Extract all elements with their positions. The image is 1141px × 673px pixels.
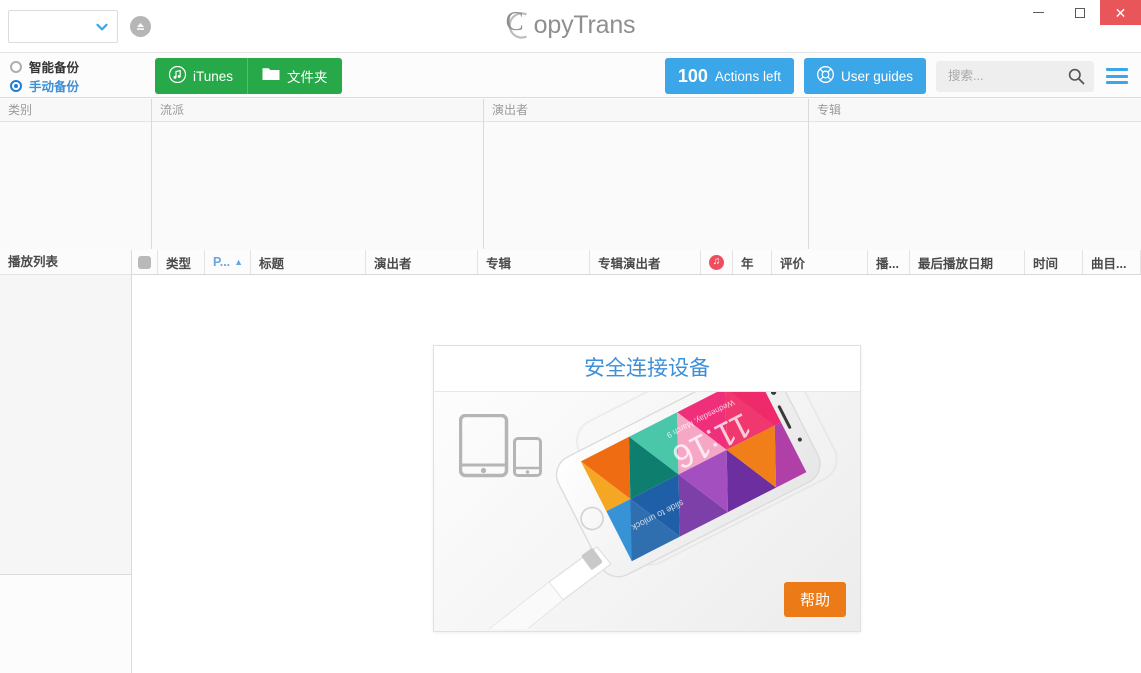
filter-panel-artist: 演出者 [484, 99, 809, 249]
connect-device-illustration: 11:16 Wednesday, March 9 slide to unlock [434, 392, 860, 631]
user-guides-label: User guides [840, 68, 913, 84]
column-header-p[interactable]: P... ▲ [205, 250, 251, 274]
column-header-year[interactable]: 年 [733, 250, 772, 274]
column-header-p-label: P... [213, 255, 231, 269]
column-header-album-artist[interactable]: 专辑演出者 [590, 250, 701, 274]
search-input[interactable] [946, 60, 1064, 92]
help-button[interactable]: 帮助 [783, 582, 846, 617]
maximize-icon [1074, 7, 1085, 18]
column-header-rating[interactable]: 评价 [772, 250, 868, 274]
backup-mode-radio-group: 智能备份 手动备份 [10, 58, 79, 96]
toolbar-right-group: 100 Actions left User guides [664, 58, 1141, 94]
column-header-title[interactable]: 标题 [251, 250, 366, 274]
source-button-group: iTunes 文件夹 [155, 58, 342, 94]
itunes-button-label: iTunes [193, 68, 234, 84]
actions-left-button[interactable]: 100 Actions left [664, 58, 794, 94]
logo-c-mark: C [506, 6, 533, 41]
tracks-header-row: 类型 P... ▲ 标题 演出者 专辑 专辑演出者 ♫ 年 评价 播... 最后… [132, 250, 1141, 275]
device-selector-dropdown[interactable] [8, 10, 118, 43]
maximize-button[interactable] [1059, 0, 1100, 25]
itunes-button[interactable]: iTunes [155, 58, 248, 94]
actions-left-label: Actions left [714, 68, 781, 84]
chevron-down-icon [95, 20, 109, 34]
user-guides-button[interactable]: User guides [803, 58, 926, 94]
radio-label-manual-backup: 手动备份 [29, 80, 80, 94]
window-controls: ✕ [1018, 0, 1141, 25]
filter-panel-category: 类别 [0, 99, 152, 249]
playlists-panel: 播放列表 [0, 250, 132, 673]
minimize-button[interactable] [1018, 0, 1059, 25]
filter-panel-album: 专辑 [809, 99, 1141, 249]
copytrans-window: C opyTrans ✕ 智能备份 手动备份 iTunes 文件夹 100 Ac… [0, 0, 1141, 673]
filter-list-category[interactable] [0, 122, 151, 249]
music-note-icon [168, 65, 187, 86]
filter-list-genre[interactable] [152, 122, 483, 249]
radio-icon-unselected [10, 60, 22, 73]
folder-button-label: 文件夹 [287, 70, 328, 85]
search-box[interactable] [936, 60, 1094, 92]
eject-button[interactable] [130, 16, 151, 37]
column-header-artist[interactable]: 演出者 [366, 250, 478, 274]
filter-list-album[interactable] [809, 122, 1141, 249]
filter-header-album[interactable]: 专辑 [809, 99, 1141, 122]
close-button[interactable]: ✕ [1100, 0, 1141, 25]
column-header-plays[interactable]: 播... [868, 250, 910, 274]
column-header-album[interactable]: 专辑 [478, 250, 590, 274]
radio-smart-backup[interactable]: 智能备份 [10, 58, 79, 75]
filter-panels: 类别 流派 演出者 专辑 [0, 99, 1141, 249]
eject-icon [134, 20, 147, 33]
select-all-checkbox-icon [138, 255, 151, 269]
lifebuoy-icon [817, 66, 834, 86]
radio-label-smart-backup: 智能备份 [29, 61, 80, 75]
playlists-header: 播放列表 [0, 250, 131, 275]
connect-device-card: 安全连接设备 11:16 Wednesday, March 9 slide to… [433, 345, 861, 632]
minimize-icon [1033, 12, 1044, 13]
connect-device-title: 安全连接设备 [434, 346, 860, 392]
column-header-track-number[interactable]: 曲目... [1083, 250, 1141, 274]
playlists-secondary-pane[interactable] [0, 575, 131, 673]
app-logo: C opyTrans [0, 6, 1141, 46]
folder-button[interactable]: 文件夹 [247, 58, 342, 94]
filter-panel-genre: 流派 [152, 99, 484, 249]
column-header-type[interactable]: 类型 [158, 250, 205, 274]
radio-icon-selected [10, 79, 22, 92]
actions-left-count: 100 [677, 65, 708, 86]
filter-list-artist[interactable] [484, 122, 808, 249]
search-icon[interactable] [1068, 68, 1085, 90]
filter-header-artist[interactable]: 演出者 [484, 99, 808, 122]
itunes-note-icon: ♫ [709, 254, 724, 270]
playlists-list[interactable] [0, 275, 131, 575]
close-icon: ✕ [1114, 4, 1127, 21]
filter-header-category[interactable]: 类别 [0, 99, 151, 122]
radio-manual-backup[interactable]: 手动备份 [10, 77, 79, 94]
folder-icon [262, 67, 280, 85]
column-header-itunes[interactable]: ♫ [701, 250, 733, 274]
column-header-checkbox[interactable] [132, 250, 158, 274]
sort-ascending-icon: ▲ [234, 257, 244, 267]
lightning-cable [488, 546, 612, 631]
filter-header-genre[interactable]: 流派 [152, 99, 483, 122]
column-header-last-played[interactable]: 最后播放日期 [910, 250, 1025, 274]
hamburger-menu-icon[interactable] [1106, 68, 1128, 84]
column-header-time[interactable]: 时间 [1025, 250, 1083, 274]
title-bar: C opyTrans ✕ [0, 0, 1141, 53]
logo-text: opyTrans [533, 11, 636, 39]
logo-letter: C [505, 6, 524, 36]
